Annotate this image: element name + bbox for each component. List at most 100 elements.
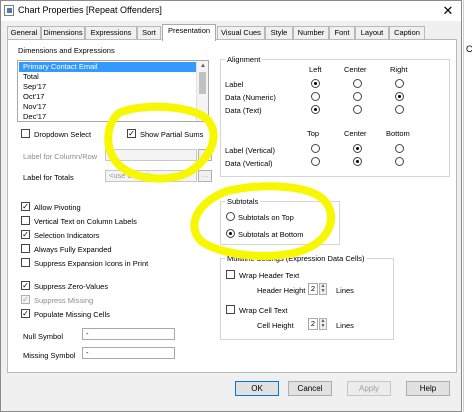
tab-style[interactable]: Style: [265, 26, 293, 40]
valign-label-top-radio[interactable]: [311, 144, 320, 153]
align-text-left-radio[interactable]: [311, 105, 320, 114]
align-row-label: Label: [225, 80, 244, 89]
list-item[interactable]: Total: [19, 72, 197, 82]
subtotals-on-top-radio[interactable]: [226, 212, 235, 221]
list-item[interactable]: Primary Contact Email: [19, 62, 197, 72]
align-text-right-radio[interactable]: [395, 105, 404, 114]
scroll-down-icon[interactable]: ▼: [199, 112, 207, 120]
allow-pivoting-label: Allow Pivoting: [34, 203, 81, 212]
null-symbol-label: Null Symbol: [23, 332, 64, 341]
align-label-right-radio[interactable]: [395, 79, 404, 88]
suppress-expansion-icons-label: Suppress Expansion Icons in Print: [34, 259, 149, 268]
valign-label-bottom-radio[interactable]: [395, 144, 404, 153]
header-height-input[interactable]: 2: [308, 283, 318, 295]
populate-missing-cells-checkbox[interactable]: ✓: [21, 309, 30, 318]
tab-general[interactable]: General: [7, 26, 41, 40]
valign-col-center: Center: [344, 129, 367, 138]
wrap-header-text-label: Wrap Header Text: [239, 271, 300, 280]
scroll-thumb[interactable]: [199, 72, 206, 94]
dropdown-select-checkbox[interactable]: [21, 129, 30, 138]
suppress-expansion-icons-checkbox[interactable]: [21, 258, 30, 267]
align-text-center-radio[interactable]: [353, 105, 362, 114]
tab-layout[interactable]: Layout: [355, 26, 389, 40]
multiline-header: Multiline Settings (Expression Data Cell…: [225, 254, 367, 263]
wrap-header-text-checkbox[interactable]: [226, 270, 235, 279]
stepper-down-icon[interactable]: ▼: [320, 324, 326, 329]
tab-dimensions[interactable]: Dimensions: [41, 26, 85, 40]
dims-exprs-list[interactable]: Primary Contact Email Total Sep'17 Oct'1…: [17, 60, 209, 122]
align-col-right: Right: [390, 65, 408, 74]
vertical-text-checkbox[interactable]: [21, 216, 30, 225]
align-label-center-radio[interactable]: [353, 79, 362, 88]
show-partial-sums-label: Show Partial Sums: [140, 130, 204, 139]
show-partial-sums-checkbox[interactable]: ✓: [127, 129, 136, 138]
selection-indicators-checkbox[interactable]: ✓: [21, 230, 30, 239]
align-col-left: Left: [309, 65, 322, 74]
allow-pivoting-checkbox[interactable]: ✓: [21, 202, 30, 211]
align-row-text: Data (Text): [225, 106, 262, 115]
tab-presentation[interactable]: Presentation: [162, 24, 216, 41]
selection-indicators-label: Selection Indicators: [34, 231, 100, 240]
label-totals-label: Label for Totals: [23, 173, 74, 182]
stepper-down-icon[interactable]: ▼: [320, 289, 326, 294]
null-symbol-field[interactable]: -: [82, 328, 175, 340]
scroll-up-icon[interactable]: ▲: [199, 62, 207, 70]
alignment-header: Alignment: [225, 55, 263, 64]
apply-button[interactable]: Apply: [347, 381, 391, 396]
suppress-missing-label: Suppress Missing: [34, 296, 94, 305]
subtotals-at-bottom-label: Subtotals at Bottom: [238, 230, 304, 239]
valign-label-center-radio[interactable]: [353, 144, 362, 153]
valign-data-top-radio[interactable]: [311, 157, 320, 166]
tab-expressions[interactable]: Expressions: [85, 26, 137, 40]
valign-row-data: Data (Vertical): [225, 159, 273, 168]
dims-exprs-header: Dimensions and Expressions: [18, 46, 115, 55]
cell-height-unit: Lines: [336, 321, 354, 330]
align-col-center: Center: [344, 65, 367, 74]
tab-visual-cues[interactable]: Visual Cues: [217, 26, 265, 40]
missing-symbol-field[interactable]: -: [82, 347, 175, 359]
valign-data-center-radio[interactable]: [353, 157, 362, 166]
header-height-label: Header Height: [257, 286, 306, 295]
valign-data-bottom-radio[interactable]: [395, 157, 404, 166]
label-col-row-label: Label for Column/Row: [23, 152, 98, 161]
missing-symbol-label: Missing Symbol: [23, 351, 76, 360]
dropdown-select-label: Dropdown Select: [34, 130, 92, 139]
label-col-row-field[interactable]: [105, 149, 197, 161]
header-height-stepper[interactable]: ▲ ▼: [319, 283, 327, 295]
wrap-cell-text-label: Wrap Cell Text: [239, 306, 288, 315]
app-icon: [4, 5, 14, 16]
label-totals-field[interactable]: <use default>: [105, 170, 197, 182]
cancel-button[interactable]: Cancel: [288, 381, 332, 396]
align-numeric-center-radio[interactable]: [353, 92, 362, 101]
list-scrollbar[interactable]: ▲ ▼: [196, 61, 208, 121]
close-icon[interactable]: ✕: [439, 3, 457, 19]
label-col-row-ellipsis-button[interactable]: …: [198, 149, 212, 161]
wrap-cell-text-checkbox[interactable]: [226, 305, 235, 314]
align-numeric-right-radio[interactable]: [395, 92, 404, 101]
valign-row-label: Label (Vertical): [225, 146, 276, 155]
cell-height-input[interactable]: 2: [308, 318, 318, 330]
suppress-zero-values-checkbox[interactable]: ✓: [21, 281, 30, 290]
cell-height-stepper[interactable]: ▲ ▼: [319, 318, 327, 330]
tab-sort[interactable]: Sort: [137, 26, 161, 40]
list-item[interactable]: Sep'17: [19, 82, 197, 92]
tab-caption[interactable]: Caption: [389, 26, 425, 40]
align-numeric-left-radio[interactable]: [311, 92, 320, 101]
tab-font[interactable]: Font: [329, 26, 355, 40]
ok-button[interactable]: OK: [235, 381, 279, 396]
title-bar: Chart Properties [Repeat Offenders] ✕: [1, 1, 461, 21]
background-window-edge: [463, 0, 474, 412]
subtotals-at-bottom-radio[interactable]: [226, 229, 235, 238]
suppress-missing-checkbox[interactable]: ✓: [21, 295, 30, 304]
list-item[interactable]: Dec'17: [19, 112, 197, 121]
populate-missing-cells-label: Populate Missing Cells: [34, 310, 110, 319]
tab-number[interactable]: Number: [293, 26, 329, 40]
subtotals-on-top-label: Subtotals on Top: [238, 213, 294, 222]
list-item[interactable]: Nov'17: [19, 102, 197, 112]
list-item[interactable]: Oct'17: [19, 92, 197, 102]
label-totals-ellipsis-button[interactable]: …: [198, 170, 212, 182]
align-label-left-radio[interactable]: [311, 79, 320, 88]
cell-height-label: Cell Height: [257, 321, 294, 330]
always-fully-expanded-checkbox[interactable]: [21, 244, 30, 253]
help-button[interactable]: Help: [406, 381, 450, 396]
